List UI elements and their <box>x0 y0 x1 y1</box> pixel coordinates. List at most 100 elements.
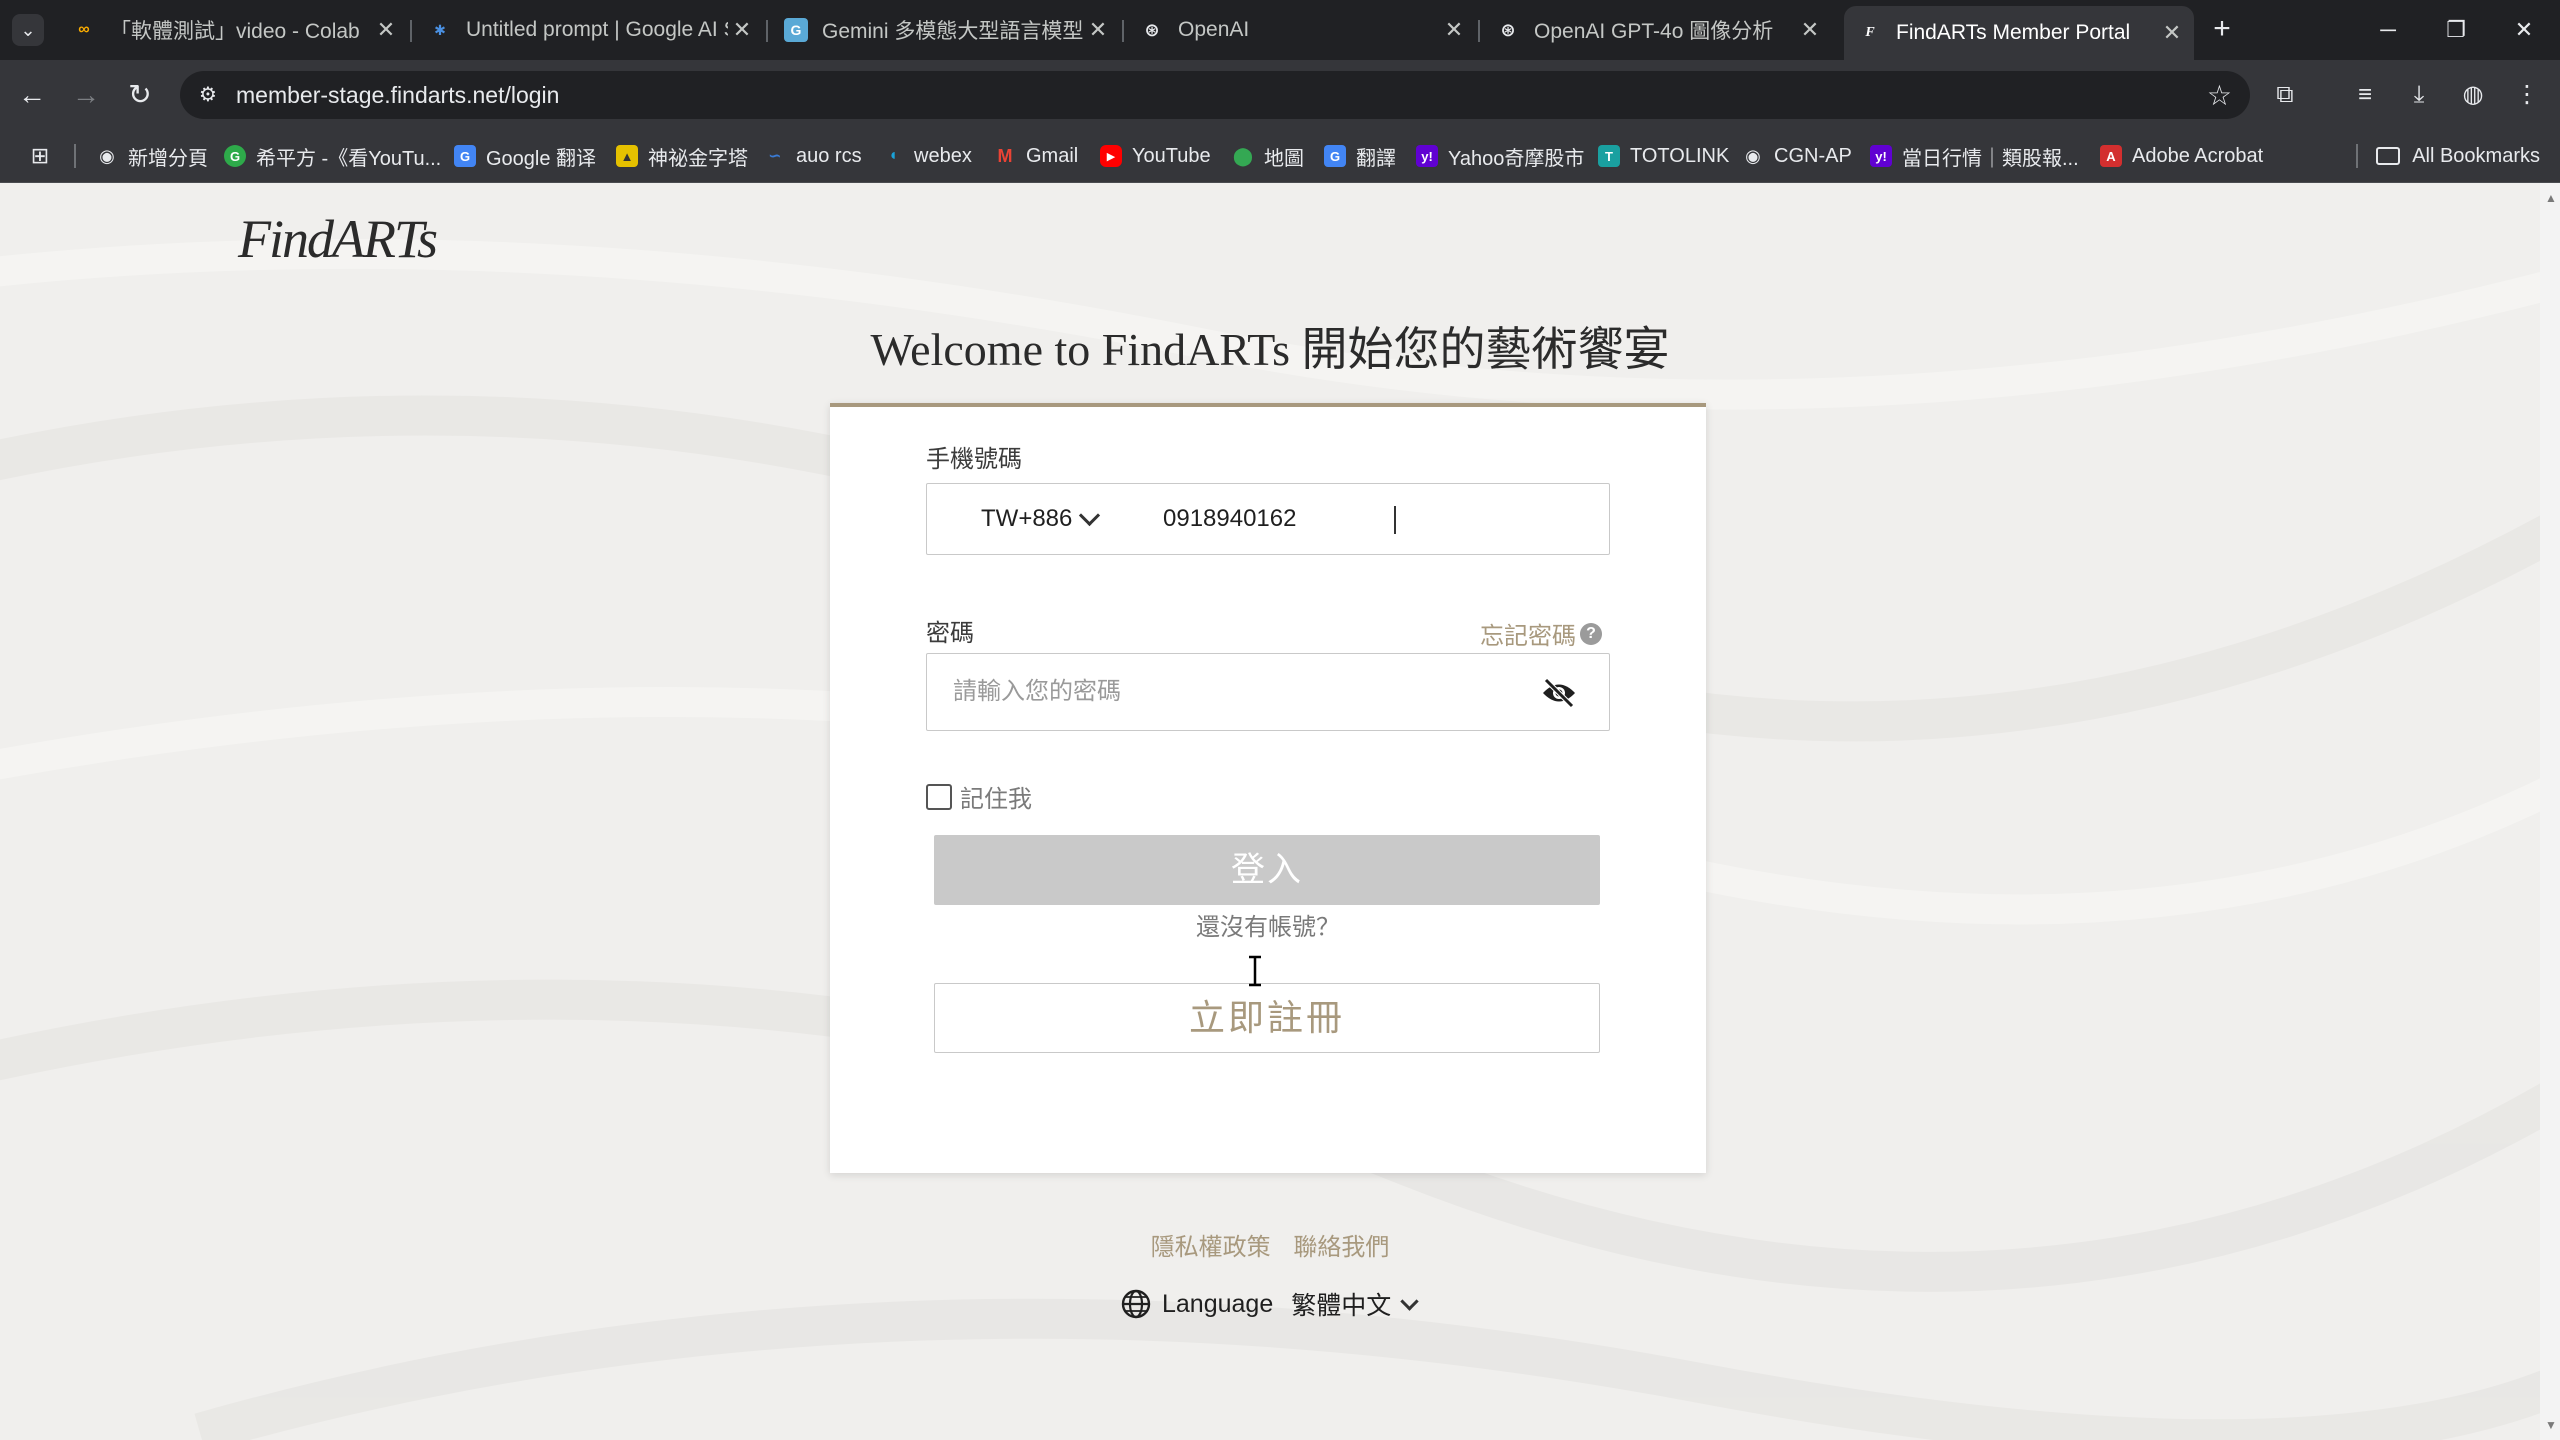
svg-text:FindARTs: FindARTs <box>237 209 437 269</box>
minimize-button[interactable]: ─ <box>2368 12 2408 48</box>
register-button[interactable]: 立即註冊 <box>934 983 1600 1053</box>
bookmark-daily-quotes[interactable]: y! 當日行情｜類股報... <box>1870 142 2079 170</box>
bookmark-label: Google 翻译 <box>486 147 597 170</box>
bookmark-translate[interactable]: G 翻譯 <box>1324 142 1396 170</box>
chevron-down-icon <box>1400 1291 1419 1311</box>
eye-slash-icon[interactable] <box>1541 678 1577 708</box>
bookmark-label: 希平方 -《看YouTu... <box>256 147 442 170</box>
tab-divider <box>1122 20 1124 42</box>
tab-findarts[interactable]: F FindARTs Member Portal ✕ <box>1844 6 2194 60</box>
hope-english-icon: G <box>224 145 246 167</box>
bookmark-youtube[interactable]: ▶ YouTube <box>1100 142 1211 170</box>
page-title: Welcome to FindARTs 開始您的藝術饗宴 <box>870 324 1670 375</box>
close-window-button[interactable]: ✕ <box>2504 12 2544 48</box>
tab-search-button[interactable]: ⌄ <box>12 14 44 46</box>
yahoo-icon: y! <box>1870 145 1892 167</box>
tab-google-ai-studio[interactable]: ✱ Untitled prompt | Google AI S ✕ <box>414 8 764 52</box>
login-button[interactable]: 登入 <box>934 835 1600 905</box>
language-selector[interactable]: Language 繁體中文 <box>1120 1286 1419 1322</box>
phone-input[interactable] <box>1163 484 1583 554</box>
openai-icon: ⊛ <box>1144 19 1160 40</box>
site-info-icon[interactable]: ⚙ <box>194 81 222 109</box>
extensions-icon[interactable]: ⧉ <box>2266 76 2304 114</box>
url-text: member-stage.findarts.net/login <box>236 82 560 108</box>
more-menu-icon[interactable]: ⋮ <box>2508 76 2546 114</box>
remember-me-checkbox[interactable] <box>926 783 952 810</box>
password-field <box>926 653 1610 731</box>
close-icon[interactable]: ✕ <box>372 17 400 43</box>
close-icon[interactable]: ✕ <box>1796 17 1824 43</box>
page-content: FindARTs Welcome to FindARTs 開始您的藝術饗宴 手機… <box>0 183 2540 1440</box>
bookmark-webex[interactable]: ◖ webex <box>882 142 972 170</box>
bookmark-adobe-acrobat[interactable]: A Adobe Acrobat <box>2100 142 2263 170</box>
globe-icon: ◉ <box>1745 145 1761 166</box>
apps-grid-icon[interactable]: ⊞ <box>26 142 54 170</box>
bookmark-label: CGN-AP <box>1774 144 1852 167</box>
bookmark-label: 新增分頁 <box>128 147 208 170</box>
tab-title: 「軟體測試」video - Colab <box>110 20 360 43</box>
bookmark-label: Gmail <box>1026 144 1079 167</box>
remember-me[interactable]: 記住我 <box>926 779 1032 814</box>
back-button[interactable]: ← <box>10 73 54 117</box>
bookmark-hope-english[interactable]: G 希平方 -《看YouTu... <box>224 142 441 170</box>
bookmark-label: 翻譯 <box>1356 147 1396 170</box>
tab-divider <box>1478 20 1480 42</box>
password-input[interactable] <box>953 654 1513 730</box>
password-label: 密碼 <box>926 620 974 647</box>
bookmark-totolink[interactable]: T TOTOLINK <box>1598 142 1729 170</box>
bookmark-pyramid[interactable]: ▲ 神祕金字塔 <box>616 142 748 170</box>
browser-toolbar: ← → ↻ ⚙ member-stage.findarts.net/login … <box>0 60 2560 130</box>
all-bookmarks-button[interactable]: All Bookmarks <box>2376 142 2540 170</box>
bookmark-gmail[interactable]: M Gmail <box>994 142 1079 170</box>
findarts-icon: F <box>1865 25 1875 40</box>
tab-title: FindARTs Member Portal <box>1896 21 2131 44</box>
close-icon[interactable]: ✕ <box>2158 20 2186 46</box>
findarts-logo[interactable]: FindARTs <box>236 199 446 279</box>
all-bookmarks-label: All Bookmarks <box>2412 144 2540 167</box>
chevron-down-icon <box>1079 504 1101 526</box>
help-icon: ? <box>1580 622 1602 645</box>
acrobat-icon: A <box>2100 145 2122 167</box>
totolink-icon: T <box>1598 145 1620 167</box>
tab-openai-gpt4o[interactable]: ⊛ OpenAI GPT-4o 圖像分析 ✕ <box>1482 8 1832 52</box>
mouse-cursor-ibeam <box>1249 955 1261 987</box>
forward-button[interactable]: → <box>64 73 108 117</box>
bookmark-maps[interactable]: ⬤ 地圖 <box>1232 142 1304 170</box>
colab-icon: ∞ <box>78 21 90 38</box>
auo-icon: ∽ <box>768 148 782 165</box>
reload-button[interactable]: ↻ <box>118 73 162 117</box>
bookmark-label: TOTOLINK <box>1630 144 1730 167</box>
media-controls-icon[interactable]: ≡ <box>2346 76 2384 114</box>
new-tab-button[interactable]: + <box>2206 14 2238 46</box>
close-icon[interactable]: ✕ <box>728 17 756 43</box>
language-value: 繁體中文 <box>1291 1292 1392 1320</box>
address-bar[interactable]: ⚙ member-stage.findarts.net/login ☆ <box>180 71 2250 119</box>
close-icon[interactable]: ✕ <box>1440 17 1468 43</box>
bookmark-auo-rcs[interactable]: ∽ auo rcs <box>764 142 861 170</box>
bookmark-new-tab[interactable]: ◉ 新增分頁 <box>96 142 208 170</box>
pyramid-icon: ▲ <box>616 145 638 167</box>
scroll-down-icon[interactable]: ▼ <box>2545 1418 2557 1432</box>
bookmark-star-icon[interactable]: ☆ <box>2207 79 2232 112</box>
google-translate-icon: G <box>454 145 476 167</box>
country-code-select[interactable]: TW+886 <box>981 484 1101 554</box>
tab-title: OpenAI GPT-4o 圖像分析 <box>1534 20 1774 43</box>
bookmark-yahoo-stock[interactable]: y! Yahoo奇摩股市 <box>1416 142 1584 170</box>
bookmark-divider <box>2356 144 2358 168</box>
tab-openai[interactable]: ⊛ OpenAI ✕ <box>1126 8 1476 52</box>
tab-gemini[interactable]: G Gemini 多模態大型語言模型大 ✕ <box>770 8 1120 52</box>
bookmark-google-translate[interactable]: G Google 翻译 <box>454 142 596 170</box>
page-scrollbar[interactable]: ▲ ▼ <box>2540 183 2560 1440</box>
restore-button[interactable]: ❐ <box>2436 12 2476 48</box>
tab-colab[interactable]: ∞ 「軟體測試」video - Colab ✕ <box>58 8 408 52</box>
close-icon[interactable]: ✕ <box>1084 17 1112 43</box>
download-icon[interactable]: ⤓ <box>2400 76 2438 114</box>
forgot-password-link[interactable]: 忘記密碼 ? <box>1480 616 1602 651</box>
privacy-policy-link[interactable]: 隱私權政策 <box>1151 1234 1271 1261</box>
contact-us-link[interactable]: 聯絡我們 <box>1293 1234 1389 1261</box>
yahoo-icon: y! <box>1416 145 1438 167</box>
profile-icon[interactable]: ◍ <box>2454 76 2492 114</box>
scroll-up-icon[interactable]: ▲ <box>2545 191 2557 205</box>
bookmark-cgn-ap[interactable]: ◉ CGN-AP <box>1742 142 1852 170</box>
maps-icon: ⬤ <box>1232 145 1254 166</box>
